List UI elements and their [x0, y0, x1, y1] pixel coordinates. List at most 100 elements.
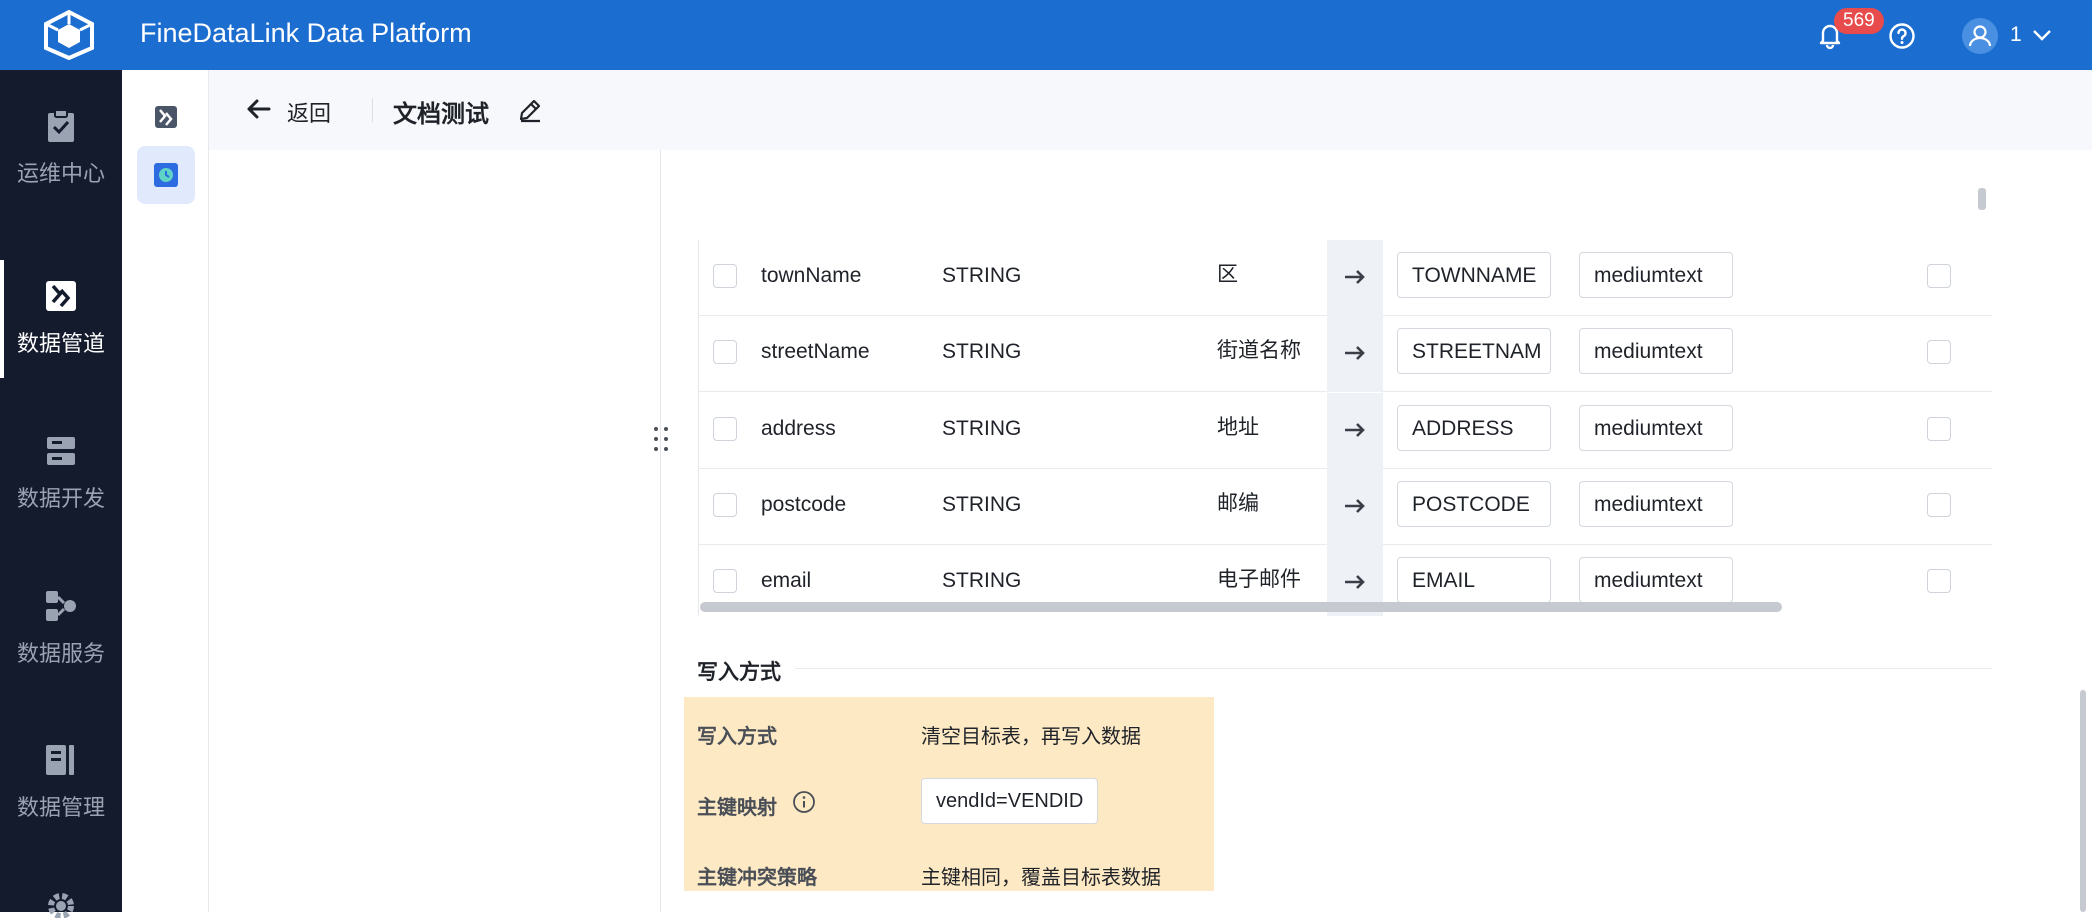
- pk-conflict-value: 主键相同，覆盖目标表数据: [921, 867, 1161, 889]
- target-field-input[interactable]: ADDRESS: [1397, 405, 1551, 451]
- target-type-input[interactable]: mediumtext: [1579, 557, 1733, 603]
- chevron-down-icon[interactable]: [2030, 26, 2054, 44]
- source-field-type: STRING: [942, 264, 1022, 287]
- field-description: 邮编: [1217, 492, 1259, 515]
- drag-handle-icon[interactable]: [650, 424, 672, 454]
- target-field-input[interactable]: TOWNNAME: [1397, 252, 1551, 298]
- pk-mapping-value[interactable]: vendId=VENDID: [921, 778, 1099, 824]
- arrow-right-icon: [1345, 499, 1365, 513]
- page-title: 文档测试: [393, 101, 489, 128]
- source-field-type: STRING: [942, 569, 1022, 592]
- source-field-type: STRING: [942, 340, 1022, 363]
- source-field-name: email: [761, 569, 812, 592]
- arrow-right-icon: [1345, 270, 1365, 284]
- settings-gear-icon[interactable]: [43, 888, 79, 918]
- nav-item-data-dev[interactable]: 数据开发: [0, 415, 122, 533]
- write-mode-value: 清空目标表，再写入数据: [921, 726, 1141, 748]
- server-stack-icon: [47, 437, 75, 465]
- left-pane: [209, 150, 661, 912]
- help-icon[interactable]: [1888, 22, 1916, 50]
- back-button[interactable]: 返回: [287, 96, 331, 128]
- mapping-arrow-cell: [1327, 240, 1383, 316]
- top-bar: FineDataLink Data Platform 569 1: [0, 0, 2092, 70]
- source-field-name: address: [761, 417, 836, 440]
- clock-task-icon: [154, 163, 178, 187]
- nav-item-data-management[interactable]: 数据管理: [0, 724, 122, 842]
- table-row: streetName STRING 街道名称 STREETNAM mediumt…: [699, 316, 1992, 392]
- row-option-checkbox[interactable]: [1927, 340, 1951, 364]
- target-type-input[interactable]: mediumtext: [1579, 252, 1733, 298]
- clipboard-check-icon: [48, 109, 74, 142]
- target-field-input[interactable]: EMAIL: [1397, 557, 1551, 603]
- table-row: townName STRING 区 TOWNNAME mediumtext: [699, 240, 1992, 316]
- user-avatar[interactable]: [1962, 18, 1998, 54]
- target-field-input[interactable]: STREETNAM: [1397, 328, 1551, 374]
- row-option-checkbox[interactable]: [1927, 417, 1951, 441]
- arrow-right-icon: [1345, 346, 1365, 360]
- row-checkbox[interactable]: [713, 264, 737, 288]
- source-field-name: townName: [761, 264, 862, 287]
- write-config-panel: 写入方式 清空目标表，再写入数据 主键映射 vendId=VENDID 主键冲突…: [684, 697, 1214, 891]
- mapping-arrow-cell: [1327, 316, 1383, 392]
- target-type-input[interactable]: mediumtext: [1579, 481, 1733, 527]
- section-title: 写入方式: [697, 661, 781, 684]
- field-description: 地址: [1217, 416, 1259, 439]
- user-icon: [1968, 25, 1992, 47]
- section-divider: [795, 668, 1992, 669]
- arrow-right-icon: [1345, 423, 1365, 437]
- target-field-input[interactable]: POSTCODE: [1397, 481, 1551, 527]
- service-nodes-icon: [46, 591, 76, 621]
- source-field-type: STRING: [942, 493, 1022, 516]
- target-type-input[interactable]: mediumtext: [1579, 405, 1733, 451]
- table-row: postcode STRING 邮编 POSTCODE mediumtext: [699, 469, 1992, 545]
- scheduled-task-tab[interactable]: [137, 146, 195, 204]
- source-field-name: streetName: [761, 340, 870, 363]
- nav-item-label: 数据管理: [16, 795, 105, 820]
- row-checkbox[interactable]: [713, 569, 737, 593]
- nav-item-label: 运维中心: [16, 161, 105, 186]
- mapping-arrow-cell: [1327, 469, 1383, 545]
- field-description: 电子邮件: [1217, 568, 1301, 591]
- nav-item-data-pipeline[interactable]: 数据管道: [0, 260, 122, 378]
- table-vertical-scrollbar[interactable]: [1978, 188, 1986, 210]
- app-logo-icon[interactable]: [42, 10, 96, 60]
- pk-conflict-label: 主键冲突策略: [697, 867, 817, 889]
- page-vertical-scrollbar[interactable]: [2080, 690, 2086, 912]
- write-mode-label: 写入方式: [697, 726, 777, 748]
- nav-item-ops-center[interactable]: 运维中心: [0, 90, 122, 208]
- page-header: 返回 文档测试: [209, 70, 2092, 150]
- field-description: 街道名称: [1217, 339, 1301, 362]
- back-arrow-icon[interactable]: [245, 98, 271, 120]
- app-title: FineDataLink Data Platform: [140, 18, 472, 48]
- table-horizontal-scrollbar[interactable]: [700, 602, 1782, 612]
- edit-icon[interactable]: [517, 97, 543, 123]
- user-name[interactable]: 1: [2010, 23, 2022, 47]
- notification-badge[interactable]: 569: [1834, 8, 1884, 34]
- main-nav: 运维中心 数据管道 数据开发 数据服务 数据管理: [0, 70, 122, 918]
- sub-nav: [122, 70, 209, 912]
- field-description: 区: [1217, 263, 1238, 286]
- pk-mapping-label: 主键映射: [697, 797, 777, 819]
- arrow-right-icon: [1345, 575, 1365, 589]
- row-checkbox[interactable]: [713, 493, 737, 517]
- table-row: address STRING 地址 ADDRESS mediumtext: [699, 393, 1992, 469]
- row-option-checkbox[interactable]: [1927, 493, 1951, 517]
- pipeline-task-icon[interactable]: [153, 104, 179, 130]
- field-mapping-table: townName STRING 区 TOWNNAME mediumtext st…: [698, 240, 1992, 616]
- pipeline-icon: [46, 281, 76, 311]
- data-management-icon: [46, 745, 74, 775]
- nav-item-data-service[interactable]: 数据服务: [0, 570, 122, 688]
- row-option-checkbox[interactable]: [1927, 569, 1951, 593]
- row-checkbox[interactable]: [713, 417, 737, 441]
- nav-item-label: 数据开发: [16, 486, 105, 511]
- mapping-arrow-cell: [1327, 393, 1383, 469]
- nav-item-label: 数据管道: [16, 331, 105, 356]
- row-checkbox[interactable]: [713, 340, 737, 364]
- row-option-checkbox[interactable]: [1927, 264, 1951, 288]
- source-field-name: postcode: [761, 493, 847, 516]
- header-divider: [372, 98, 373, 122]
- nav-item-label: 数据服务: [16, 641, 105, 666]
- source-field-type: STRING: [942, 417, 1022, 440]
- target-type-input[interactable]: mediumtext: [1579, 328, 1733, 374]
- info-icon[interactable]: [792, 790, 816, 814]
